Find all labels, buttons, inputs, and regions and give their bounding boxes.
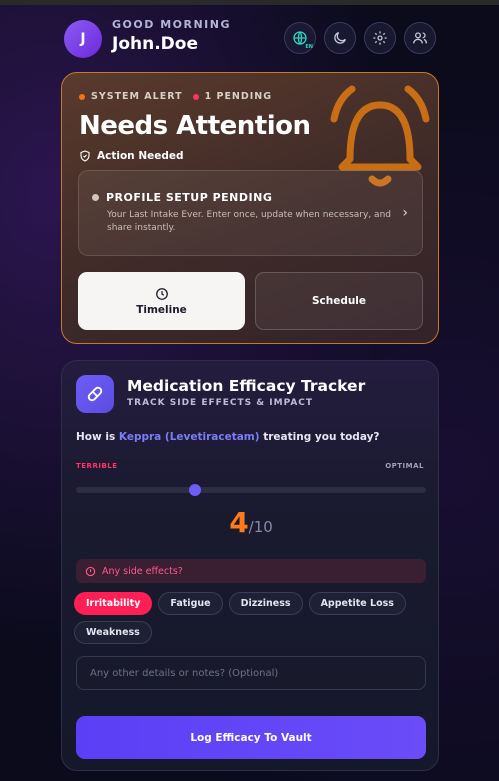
side-effect-chip[interactable]: Irritability: [74, 592, 153, 615]
alert-labels: SYSTEM ALERT 1 PENDING: [79, 91, 272, 102]
pill-icon: [87, 386, 103, 402]
schedule-button[interactable]: Schedule: [255, 272, 423, 330]
schedule-label: Schedule: [311, 295, 367, 307]
clock-icon: [155, 287, 168, 300]
medication-tracker-card: Medication Efficacy Tracker TRACK SIDE E…: [61, 360, 439, 771]
profile-setup-title-row: PROFILE SETUP PENDING: [92, 191, 272, 204]
timeline-label: Timeline: [136, 303, 187, 316]
side-effects-label: Any side effects?: [102, 565, 183, 577]
header-actions: EN: [284, 22, 436, 54]
side-effect-chips: Irritability Fatigue Dizziness Appetite Los…: [74, 592, 414, 644]
efficacy-slider[interactable]: [76, 484, 426, 496]
avatar-initial: J: [80, 31, 86, 47]
moon-icon: [334, 32, 346, 44]
side-effects-prompt: Any side effects?: [76, 559, 426, 583]
action-needed-label: Action Needed: [97, 150, 184, 162]
side-effect-chip[interactable]: Appetite Loss: [308, 592, 406, 615]
system-alert-dot: [79, 93, 85, 100]
question-suffix: treating you today?: [259, 431, 380, 443]
users-button[interactable]: [404, 22, 436, 54]
action-needed-status: Action Needed: [79, 150, 184, 162]
pending-label: 1 PENDING: [204, 91, 273, 102]
slider-thumb[interactable]: [189, 484, 201, 496]
profile-setup-card[interactable]: PROFILE SETUP PENDING Your Last Intake E…: [78, 170, 423, 256]
side-effect-chip[interactable]: Weakness: [74, 621, 152, 644]
notes-input[interactable]: [76, 656, 426, 690]
medication-name: Keppra (Levetiracetam): [118, 431, 260, 443]
shield-icon: [80, 150, 90, 162]
side-effect-chip[interactable]: Fatigue: [158, 592, 223, 615]
username: John.Doe: [112, 34, 198, 54]
profile-dot: [92, 194, 99, 201]
gear-icon: [373, 31, 387, 45]
profile-setup-description: Your Last Intake Ever. Enter once, updat…: [107, 210, 391, 233]
chevron-right-icon: ›: [402, 205, 408, 221]
language-badge: EN: [305, 44, 313, 50]
scale-low-label: TERRIBLE: [76, 462, 118, 470]
question-prefix: How is: [76, 431, 119, 443]
greeting-text: GOOD MORNING: [112, 18, 231, 31]
system-alert-card: SYSTEM ALERT 1 PENDING Needs Attention A…: [61, 72, 439, 344]
profile-setup-title: PROFILE SETUP PENDING: [106, 191, 273, 204]
users-icon: [413, 32, 427, 44]
theme-toggle-button[interactable]: [324, 22, 356, 54]
scale-high-label: OPTIMAL: [385, 462, 424, 470]
timeline-button[interactable]: Timeline: [78, 272, 245, 330]
header: J GOOD MORNING John.Doe EN: [64, 18, 436, 58]
tracker-subtitle: TRACK SIDE EFFECTS & IMPACT: [127, 398, 314, 408]
system-alert-label: SYSTEM ALERT: [91, 91, 183, 102]
tracker-title: Medication Efficacy Tracker: [127, 377, 366, 395]
top-edge-bar: [0, 0, 499, 5]
pending-dot: [192, 93, 199, 100]
score-value: 4: [229, 506, 249, 539]
log-efficacy-button[interactable]: Log Efficacy To Vault: [76, 716, 426, 759]
score-max: /10: [248, 518, 273, 536]
language-button[interactable]: EN: [284, 22, 316, 54]
avatar[interactable]: J: [64, 20, 102, 58]
efficacy-question: How is Keppra (Levetiracetam) treating y…: [76, 431, 380, 443]
pill-icon-badge: [76, 375, 114, 413]
alert-title: Needs Attention: [79, 111, 311, 141]
side-effect-chip[interactable]: Dizziness: [228, 592, 303, 615]
efficacy-score: 4/10: [62, 506, 440, 539]
settings-button[interactable]: [364, 22, 396, 54]
alert-circle-icon: [85, 566, 96, 576]
